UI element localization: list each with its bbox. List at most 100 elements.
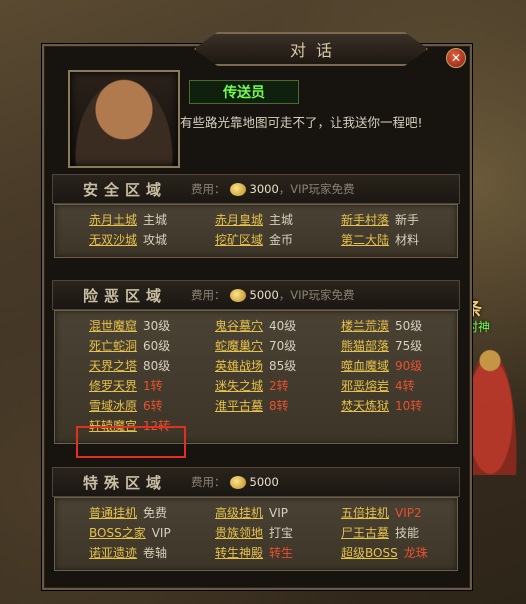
- destination-tag: 70级: [269, 339, 297, 353]
- destination-row: 修罗天界 1转 迷失之城 2转 邪恶熔岩 4转: [55, 377, 457, 397]
- destination-link[interactable]: 赤月皇城: [215, 213, 263, 227]
- destination-row: 无双沙城 攻城 挖矿区域 金币 第二大陆 材料: [55, 231, 457, 251]
- destination-entry: 英雄战场 85级: [215, 357, 296, 374]
- section-title: 险恶区域: [83, 286, 168, 305]
- destination-link[interactable]: 贵族领地: [215, 526, 263, 540]
- destination-entry: 赤月皇城 主城: [215, 211, 293, 228]
- destination-row: 雪域冰原 6转 淮平古墓 8转 焚天炼狱 10转: [55, 397, 457, 417]
- destination-tag: 80级: [143, 359, 171, 373]
- destination-entry: 噬血魔域 90级: [341, 357, 422, 374]
- destination-entry: 天界之塔 80级: [89, 357, 170, 374]
- destination-link[interactable]: 超级BOSS: [341, 546, 398, 560]
- destination-link[interactable]: 蛇魔巢穴: [215, 339, 263, 353]
- destination-link[interactable]: 熊猫部落: [341, 339, 389, 353]
- destination-entry: 迷失之城 2转: [215, 377, 289, 394]
- destination-link[interactable]: 新手村落: [341, 213, 389, 227]
- destination-link[interactable]: 邪恶熔岩: [341, 379, 389, 393]
- fee-label: 费用：: [191, 182, 226, 196]
- destination-entry: 尸王古墓 技能: [341, 524, 419, 541]
- destination-tag: 10转: [395, 399, 423, 413]
- section-fee: 费用： 5000 ，VIP玩家免费: [191, 287, 354, 303]
- destination-entry: 普通挂机 免费: [89, 504, 167, 521]
- fee-label: 费用：: [191, 475, 226, 489]
- section-header: 特殊区域 费用： 5000: [52, 467, 460, 497]
- destination-row: 诺亚遗迹 卷轴 转生神殿 转生 超级BOSS 龙珠: [55, 544, 457, 564]
- destination-tag: 60级: [143, 339, 171, 353]
- destination-link[interactable]: 英雄战场: [215, 359, 263, 373]
- destination-entry: 无双沙城 攻城: [89, 231, 167, 248]
- section-header: 安全区域 费用： 3000 ，VIP玩家免费: [52, 174, 460, 204]
- dialog-title: 对话: [289, 41, 342, 60]
- fee-note: ，VIP玩家免费: [278, 288, 355, 302]
- destination-link[interactable]: BOSS之家: [89, 526, 146, 540]
- fee-note: ，VIP玩家免费: [278, 182, 355, 196]
- destination-link[interactable]: 诺亚遗迹: [89, 546, 137, 560]
- destination-entry: 混世魔窟 30级: [89, 317, 170, 334]
- destination-tag: 卷轴: [143, 546, 168, 560]
- destination-row: 赤月土城 主城 赤月皇城 主城 新手村落 新手: [55, 211, 457, 231]
- close-icon[interactable]: ✕: [446, 48, 466, 68]
- section-fee: 费用： 3000 ，VIP玩家免费: [191, 181, 354, 197]
- destination-tag: 金币: [269, 233, 294, 247]
- destination-link[interactable]: 第二大陆: [341, 233, 389, 247]
- destination-row: BOSS之家 VIP 贵族领地 打宝 尸王古墓 技能: [55, 524, 457, 544]
- fee-amount: 5000: [249, 288, 279, 302]
- destination-tag: 40级: [269, 319, 297, 333]
- destination-row: 混世魔窟 30级 鬼谷墓穴 40级 楼兰荒漠 50级: [55, 317, 457, 337]
- destination-tag: 4转: [395, 379, 415, 393]
- destination-tag: 打宝: [269, 526, 294, 540]
- destination-link[interactable]: 鬼谷墓穴: [215, 319, 263, 333]
- destination-link[interactable]: 淮平古墓: [215, 399, 263, 413]
- npc-speech: 有些路光靠地图可走不了，让我送你一程吧!: [180, 115, 423, 130]
- destination-link[interactable]: 修罗天界: [89, 379, 137, 393]
- destination-link[interactable]: 五倍挂机: [341, 506, 389, 520]
- destination-link[interactable]: 死亡蛇洞: [89, 339, 137, 353]
- destination-tag: 75级: [395, 339, 423, 353]
- destination-entry: 贵族领地 打宝: [215, 524, 293, 541]
- destination-entry: 熊猫部落 75级: [341, 337, 422, 354]
- destination-entry: 焚天炼狱 10转: [341, 397, 422, 414]
- fee-amount: 3000: [249, 182, 279, 196]
- destination-row: 天界之塔 80级 英雄战场 85级 噬血魔域 90级: [55, 357, 457, 377]
- gold-coin-icon: [229, 182, 246, 196]
- gold-coin-icon: [229, 288, 246, 302]
- section-header: 险恶区域 费用： 5000 ，VIP玩家免费: [52, 280, 460, 310]
- destination-tag: 龙珠: [403, 546, 428, 560]
- destination-tag: 50级: [395, 319, 423, 333]
- fee-label: 费用：: [191, 288, 226, 302]
- destination-link[interactable]: 天界之塔: [89, 359, 137, 373]
- destination-link[interactable]: 焚天炼狱: [341, 399, 389, 413]
- destination-tag: 免费: [143, 506, 168, 520]
- destination-tag: 1转: [143, 379, 163, 393]
- destination-link[interactable]: 尸王古墓: [341, 526, 389, 540]
- destination-tag: 85级: [269, 359, 297, 373]
- destination-link[interactable]: 转生神殿: [215, 546, 263, 560]
- destination-link[interactable]: 雪域冰原: [89, 399, 137, 413]
- destination-grid: 普通挂机 免费 高级挂机 VIP 五倍挂机 VIP2 BOSS之家 VIP 贵族领地 打宝 尸王古墓…: [54, 497, 458, 571]
- destination-grid: 赤月土城 主城 赤月皇城 主城 新手村落 新手 无双沙城 攻城 挖矿区域 金币 第二大陆 材料: [54, 204, 458, 258]
- destination-link[interactable]: 挖矿区域: [215, 233, 263, 247]
- destination-link[interactable]: 混世魔窟: [89, 319, 137, 333]
- destination-entry: 死亡蛇洞 60级: [89, 337, 170, 354]
- npc-name-plate: 传送员: [189, 80, 299, 104]
- destination-entry: 新手村落 新手: [341, 211, 419, 228]
- destination-link[interactable]: 无双沙城: [89, 233, 137, 247]
- destination-entry: 邪恶熔岩 4转: [341, 377, 415, 394]
- destination-link[interactable]: 高级挂机: [215, 506, 263, 520]
- destination-link[interactable]: 迷失之城: [215, 379, 263, 393]
- section-title: 特殊区域: [83, 473, 168, 492]
- dialog-panel: 对话 ✕ 传送员 有些路光靠地图可走不了，让我送你一程吧! 安全区域 费用： 300…: [42, 32, 472, 590]
- destination-tag: 攻城: [143, 233, 168, 247]
- gold-coin-icon: [229, 475, 246, 489]
- destination-entry: 楼兰荒漠 50级: [341, 317, 422, 334]
- destination-entry: 挖矿区域 金币: [215, 231, 293, 248]
- destination-link[interactable]: 噬血魔域: [341, 359, 389, 373]
- destination-row: 死亡蛇洞 60级 蛇魔巢穴 70级 熊猫部落 75级: [55, 337, 457, 357]
- section-fee: 费用： 5000: [191, 474, 279, 490]
- destination-link[interactable]: 普通挂机: [89, 506, 137, 520]
- destination-link[interactable]: 赤月土城: [89, 213, 137, 227]
- destination-tag: 主城: [269, 213, 294, 227]
- destination-link[interactable]: 楼兰荒漠: [341, 319, 389, 333]
- destination-tag: 90级: [395, 359, 423, 373]
- destination-entry: 赤月土城 主城: [89, 211, 167, 228]
